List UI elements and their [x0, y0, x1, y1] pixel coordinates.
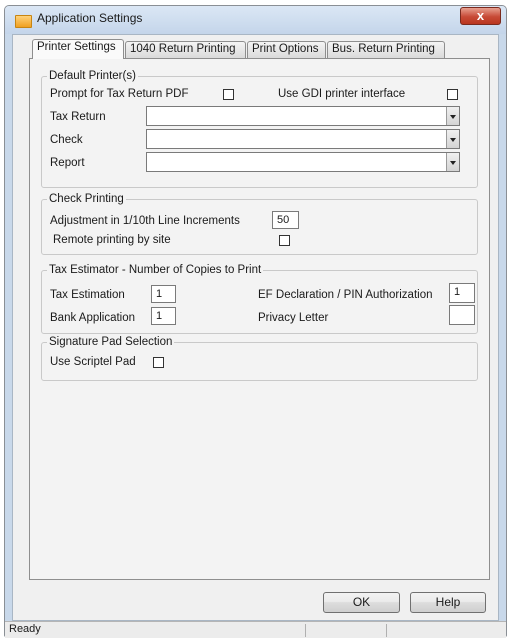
tax-return-label: Tax Return — [50, 111, 106, 123]
app-folder-icon — [15, 15, 32, 28]
scriptel-pad-label: Use Scriptel Pad — [50, 356, 136, 368]
tax-return-printer-select[interactable] — [146, 106, 460, 126]
status-separator — [386, 624, 387, 637]
bank-application-input[interactable]: 1 — [151, 307, 176, 325]
tax-estimation-label: Tax Estimation — [50, 289, 125, 301]
remote-printing-checkbox[interactable] — [279, 235, 290, 246]
ef-declaration-label: EF Declaration / PIN Authorization — [258, 289, 433, 301]
privacy-letter-input[interactable] — [449, 305, 475, 325]
tax-estimation-input[interactable]: 1 — [151, 285, 176, 303]
scriptel-pad-checkbox[interactable] — [153, 357, 164, 368]
adjustment-input[interactable]: 50 — [272, 211, 299, 229]
status-bar: Ready — [5, 621, 506, 638]
status-separator — [305, 624, 306, 637]
status-text: Ready — [9, 623, 41, 635]
chevron-down-icon[interactable] — [446, 107, 459, 125]
signature-pad-legend: Signature Pad Selection — [49, 336, 173, 348]
tab-print-options[interactable]: Print Options — [247, 41, 326, 58]
default-printers-legend: Default Printer(s) — [49, 70, 136, 82]
window-title: Application Settings — [37, 11, 143, 25]
remote-printing-label: Remote printing by site — [53, 234, 171, 246]
prompt-pdf-label: Prompt for Tax Return PDF — [50, 88, 189, 100]
tax-estimator-legend: Tax Estimator - Number of Copies to Prin… — [49, 264, 262, 276]
report-printer-select[interactable] — [146, 152, 460, 172]
prompt-pdf-checkbox[interactable] — [223, 89, 234, 100]
chevron-down-icon[interactable] — [446, 130, 459, 148]
check-printer-select[interactable] — [146, 129, 460, 149]
ef-declaration-input[interactable]: 1 — [449, 283, 475, 303]
tab-bus-return-printing[interactable]: Bus. Return Printing — [327, 41, 445, 58]
privacy-letter-label: Privacy Letter — [258, 312, 329, 324]
bank-application-label: Bank Application — [50, 312, 136, 324]
tab-1040-return-printing[interactable]: 1040 Return Printing — [125, 41, 246, 58]
close-button[interactable]: x — [460, 7, 501, 25]
gdi-interface-checkbox[interactable] — [447, 89, 458, 100]
check-label: Check — [50, 134, 83, 146]
chevron-down-icon[interactable] — [446, 153, 459, 171]
tab-printer-settings[interactable]: Printer Settings — [32, 39, 124, 59]
ok-button[interactable]: OK — [323, 592, 400, 613]
gdi-interface-label: Use GDI printer interface — [278, 88, 406, 100]
help-button[interactable]: Help — [410, 592, 486, 613]
report-label: Report — [50, 157, 85, 169]
check-printing-legend: Check Printing — [49, 193, 124, 205]
adjustment-label: Adjustment in 1/10th Line Increments — [50, 215, 240, 227]
